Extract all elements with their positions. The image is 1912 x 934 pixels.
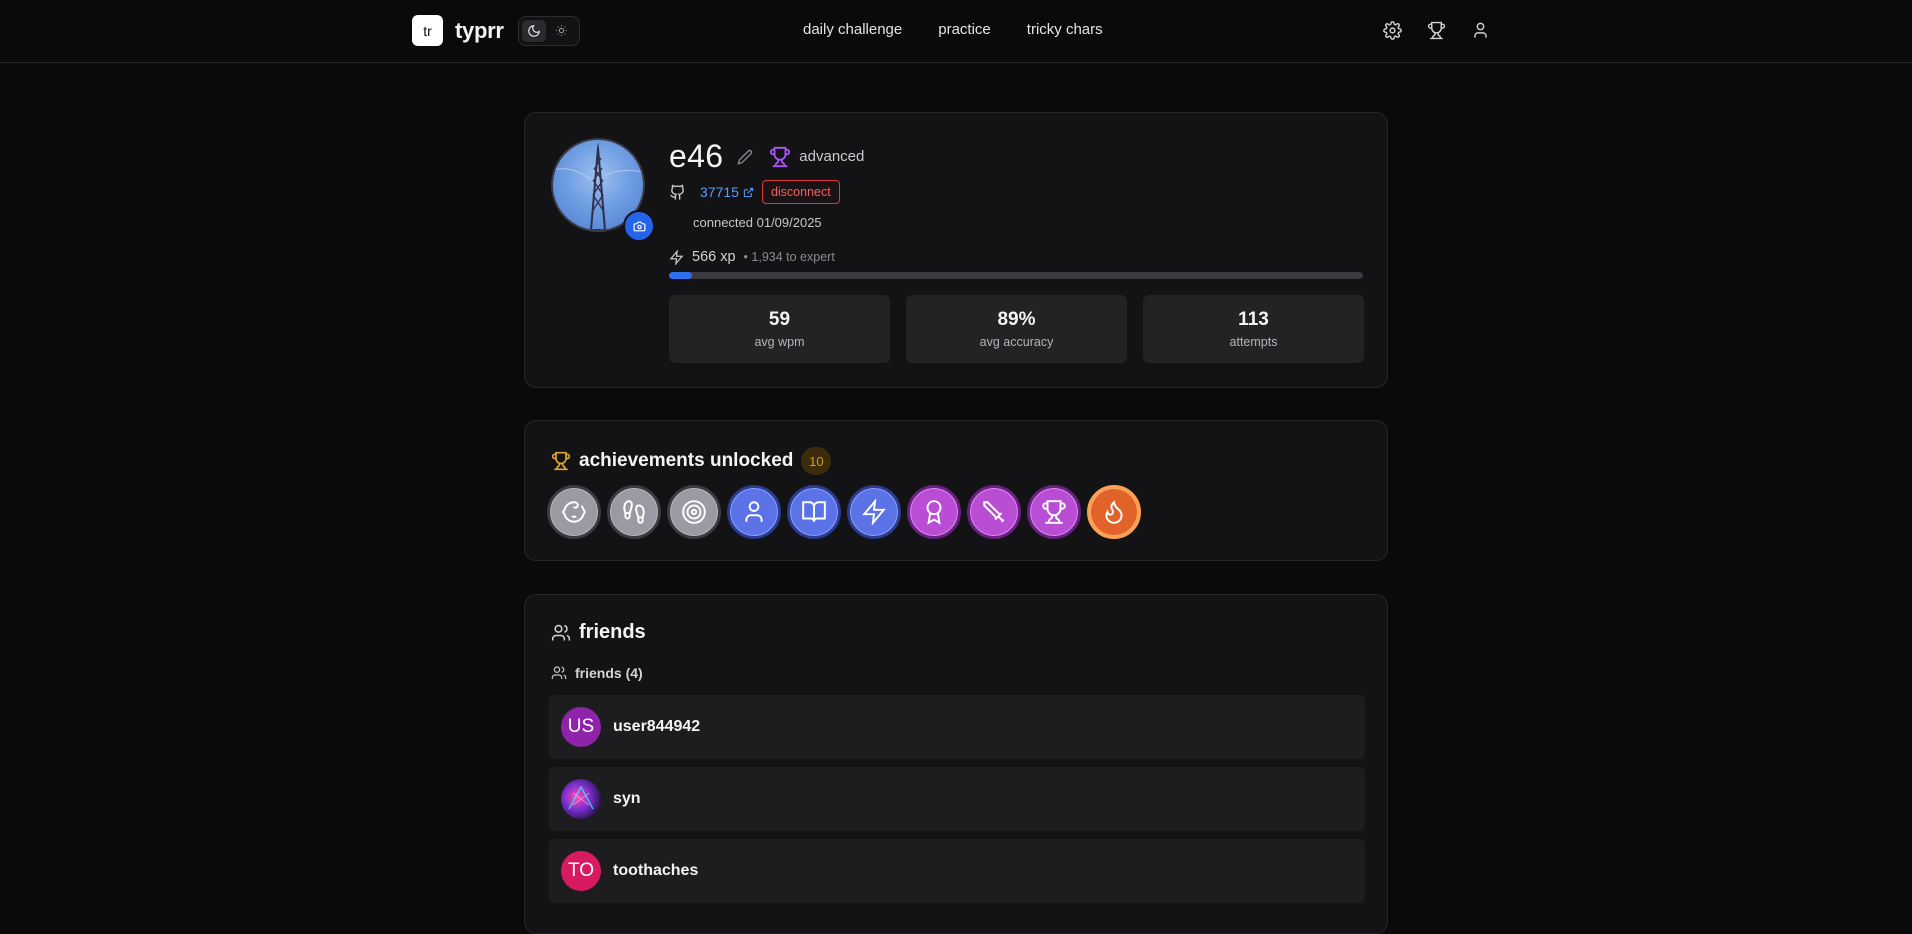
- zap-icon: [669, 249, 684, 265]
- xp-to-next: • 1,934 to expert: [743, 250, 835, 264]
- friends-card: friends friends (4) US user844942 syn TO…: [524, 594, 1388, 934]
- xp-progress-fill: [669, 272, 692, 279]
- achievement-book-open-icon[interactable]: [787, 485, 841, 539]
- rank-label: advanced: [799, 148, 865, 165]
- moon-icon[interactable]: [521, 19, 546, 42]
- stat-value: 113: [1238, 309, 1269, 330]
- username: e46: [669, 138, 724, 174]
- users-icon: [551, 623, 571, 643]
- friends-subheader: friends (4): [551, 665, 643, 681]
- achievements-title: achievements unlocked: [579, 450, 794, 471]
- connected-date: connected 01/09/2025: [693, 215, 822, 230]
- sun-icon[interactable]: [550, 20, 574, 42]
- stat-label: attempts: [1229, 335, 1278, 349]
- github-id[interactable]: 37715: [700, 184, 739, 200]
- achievements-card: achievements unlocked 10: [524, 420, 1388, 561]
- xp-value: 566 xp: [692, 249, 736, 265]
- header-actions: [1382, 19, 1490, 41]
- camera-icon[interactable]: [623, 210, 655, 242]
- brand-name[interactable]: typrr: [455, 18, 504, 44]
- trophy-icon: [551, 451, 571, 471]
- achievement-target-icon[interactable]: [667, 485, 721, 539]
- friend-name[interactable]: toothaches: [613, 862, 698, 880]
- achievements-count-badge: 10: [801, 447, 832, 475]
- stat-avg-accuracy: 89% avg accuracy: [906, 295, 1127, 363]
- main-nav: daily challenge practice tricky chars: [803, 21, 1103, 38]
- brand[interactable]: tr typrr: [412, 15, 580, 46]
- achievement-badges: [547, 485, 1141, 539]
- nav-daily-challenge[interactable]: daily challenge: [803, 21, 902, 38]
- disconnect-button[interactable]: disconnect: [761, 180, 840, 204]
- github-link[interactable]: 37715: [700, 184, 754, 200]
- friend-avatar[interactable]: [561, 779, 601, 819]
- achievement-award-icon[interactable]: [907, 485, 961, 539]
- logo[interactable]: tr: [412, 15, 443, 46]
- avatar-wrap: [551, 138, 655, 242]
- stat-avg-wpm: 59 avg wpm: [669, 295, 890, 363]
- xp-progress-bar: [669, 272, 1363, 279]
- stats-row: 59 avg wpm 89% avg accuracy 113 attempts: [669, 295, 1364, 363]
- achievement-trophy-icon[interactable]: [1027, 485, 1081, 539]
- xp-row: 566 xp • 1,934 to expert: [669, 249, 835, 265]
- achievement-zap-icon[interactable]: [847, 485, 901, 539]
- username-row: e46 advanced: [669, 138, 864, 175]
- stat-label: avg wpm: [754, 335, 805, 349]
- friend-item[interactable]: syn: [549, 767, 1365, 831]
- friend-name[interactable]: syn: [613, 790, 641, 808]
- friends-count-label: friends (4): [575, 665, 643, 681]
- friends-header: friends: [551, 621, 646, 644]
- nav-practice[interactable]: practice: [938, 21, 991, 38]
- friend-item[interactable]: US user844942: [549, 695, 1365, 759]
- achievements-header: achievements unlocked 10: [551, 447, 832, 475]
- profile-card: e46 advanced 37715 disconnect connected …: [524, 112, 1388, 388]
- github-row: 37715 disconnect: [669, 180, 840, 204]
- stat-value: 89%: [997, 309, 1036, 330]
- stat-label: avg accuracy: [979, 335, 1054, 349]
- top-bar: tr typrr daily challenge practice tricky…: [0, 0, 1912, 63]
- friend-item[interactable]: TO toothaches: [549, 839, 1365, 903]
- rank-trophy-icon: [769, 146, 791, 168]
- friend-avatar[interactable]: TO: [561, 851, 601, 891]
- stat-value: 59: [768, 309, 791, 330]
- github-icon: [669, 184, 686, 201]
- theme-toggle[interactable]: [517, 15, 580, 46]
- nav-tricky-chars[interactable]: tricky chars: [1027, 21, 1103, 38]
- achievement-baby-icon[interactable]: [547, 485, 601, 539]
- achievement-user-icon[interactable]: [727, 485, 781, 539]
- settings-icon[interactable]: [1382, 19, 1402, 41]
- trophy-icon[interactable]: [1426, 19, 1446, 41]
- external-link-icon[interactable]: [743, 187, 754, 198]
- achievement-sword-icon[interactable]: [967, 485, 1021, 539]
- achievement-footprints-icon[interactable]: [607, 485, 661, 539]
- stat-attempts: 113 attempts: [1143, 295, 1364, 363]
- friends-title: friends: [579, 621, 646, 643]
- friend-avatar[interactable]: US: [561, 707, 601, 747]
- friends-list: US user844942 syn TO toothaches: [549, 695, 1365, 903]
- pencil-icon[interactable]: [737, 149, 753, 165]
- users-icon: [551, 666, 567, 679]
- achievement-flame-icon[interactable]: [1087, 485, 1141, 539]
- friend-name[interactable]: user844942: [613, 718, 700, 736]
- user-icon[interactable]: [1470, 19, 1490, 41]
